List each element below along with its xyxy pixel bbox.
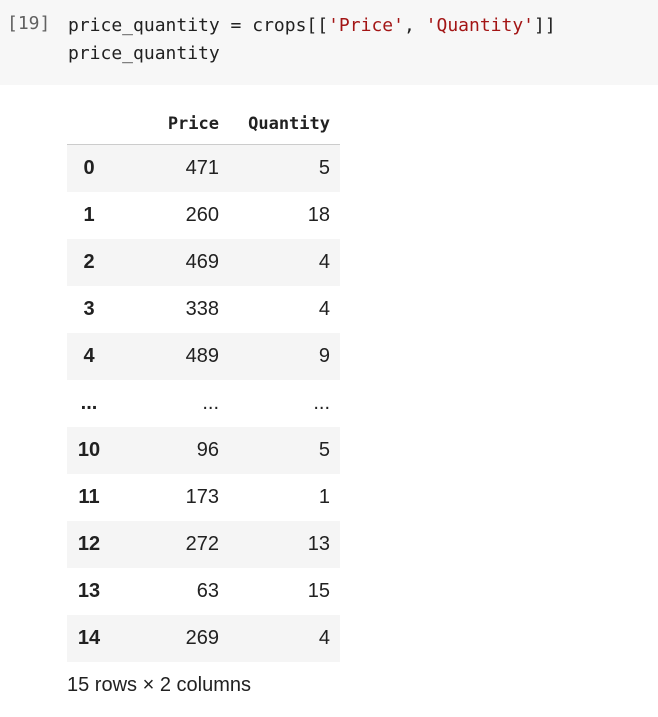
row-index: 4 [83,345,95,367]
quantity-cell: 4 [318,627,330,649]
table-row: 11 173 1 [67,474,340,521]
dataframe-shape: 15 rows × 2 columns [67,674,251,696]
code-token: , [403,15,426,36]
execution-count: [19] [7,13,51,34]
table-row: 12 272 13 [67,521,340,568]
header-row: Price Quantity [67,103,340,145]
code-string-token: 'Price' [328,15,404,36]
price-cell: 489 [185,345,219,367]
quantity-cell: 5 [318,439,330,461]
row-index: 0 [83,157,95,179]
quantity-cell: 1 [318,486,330,508]
code-line-2[interactable]: price_quantity [68,43,220,64]
code-line-1[interactable]: price_quantity = crops[['Price', 'Quanti… [68,15,556,36]
column-header-price: Price [111,103,229,145]
price-cell: 338 [185,298,219,320]
price-cell: 63 [196,580,219,602]
row-index: 1 [83,204,95,226]
table-row: 0 471 5 [67,144,340,192]
column-header-quantity: Quantity [229,103,340,145]
price-cell: ... [202,392,219,414]
price-cell: 272 [185,533,219,555]
code-string-token: 'Quantity' [425,15,535,36]
code-cell[interactable]: [19] price_quantity = crops[['Price', 'Q… [0,0,658,85]
price-cell: 471 [185,157,219,179]
table-row: 14 269 4 [67,615,340,662]
row-index: ... [80,392,98,414]
code-token: price_quantity = crops[[ [68,15,329,36]
code-token: ]] [534,15,556,36]
quantity-cell: 15 [307,580,330,602]
table-row: 3 338 4 [67,286,340,333]
index-header [67,103,111,145]
price-cell: 260 [185,204,219,226]
table-row: 4 489 9 [67,333,340,380]
row-index: 2 [83,251,95,273]
quantity-cell: 5 [318,157,330,179]
table-body: 0 471 5 1 260 18 2 469 4 3 338 4 4 489 9......... 10 96 5… [67,144,340,662]
row-index: 10 [77,439,101,461]
code-token: price_quantity [68,43,220,64]
row-index: 12 [77,533,101,555]
price-cell: 173 [185,486,219,508]
quantity-cell: 13 [307,533,330,555]
dataframe-table: Price Quantity 0 471 5 1 260 18 2 469 4 3 338 4 4 489… [67,103,340,662]
quantity-cell: 18 [307,204,330,226]
price-cell: 269 [185,627,219,649]
row-index: 14 [77,627,101,649]
quantity-cell: 4 [318,298,330,320]
table-row: 1 260 18 [67,192,340,239]
table-row: 10 96 5 [67,427,340,474]
table-row: ......... [67,380,340,427]
table-row: 2 469 4 [67,239,340,286]
cell-output: Price Quantity 0 471 5 1 260 18 2 469 4 3 338 4 4 489… [67,103,340,662]
table-row: 13 63 15 [67,568,340,615]
quantity-cell: ... [313,392,330,414]
quantity-cell: 9 [318,345,330,367]
row-index: 13 [77,580,101,602]
price-cell: 96 [196,439,219,461]
row-index: 3 [83,298,95,320]
price-cell: 469 [185,251,219,273]
row-index: 11 [78,486,100,508]
quantity-cell: 4 [318,251,330,273]
